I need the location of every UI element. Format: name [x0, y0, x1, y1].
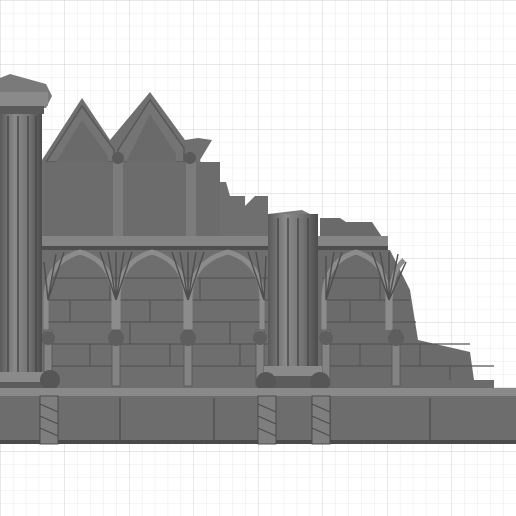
middle-column	[262, 210, 324, 392]
viewport-canvas[interactable]	[0, 0, 516, 516]
string-course-shadow	[40, 246, 272, 250]
corbel-head-1	[112, 152, 124, 164]
3d-viewport[interactable]	[0, 0, 516, 516]
upper-pilaster-2	[186, 162, 196, 238]
string-course-right-shadow	[318, 246, 388, 250]
upper-pilaster-1	[113, 162, 123, 238]
corbel-head-2	[184, 152, 196, 164]
arcade-wall	[40, 250, 272, 390]
